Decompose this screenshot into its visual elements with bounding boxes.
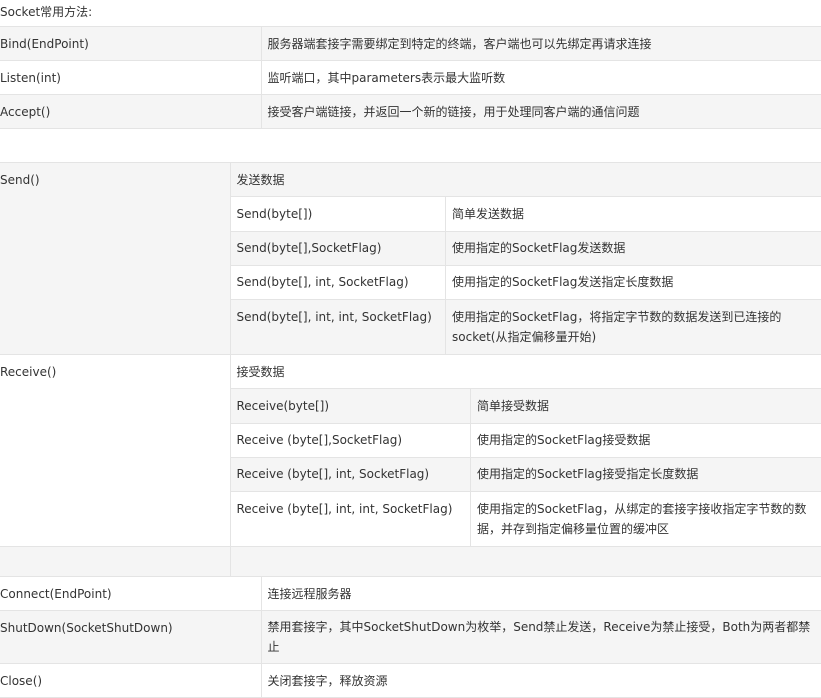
description-cell: 使用指定的SocketFlag接受数据 xyxy=(470,422,821,458)
table-row: Send(byte[]) 简单发送数据 xyxy=(230,197,821,232)
description-cell: 使用指定的SocketFlag发送指定长度数据 xyxy=(445,264,821,300)
basic-methods-table: Bind(EndPoint) 服务器端套接字需要绑定到特定的终端，客户端也可以先… xyxy=(0,26,821,129)
receive-overloads-cell: Receive(byte[]) 简单接受数据 Receive (byte[],S… xyxy=(229,388,821,547)
method-cell: Listen(int) xyxy=(0,60,262,95)
table-row: Accept() 接受客户端链接，并返回一个新的链接，用于处理同客户端的通信问题 xyxy=(0,94,821,129)
table-row: Send(byte[], int, SocketFlag) 使用指定的Socke… xyxy=(230,264,821,300)
signature-cell: Send(byte[],SocketFlag) xyxy=(230,230,446,266)
method-cell-send: Send() xyxy=(0,162,231,355)
signature-cell: Receive (byte[], int, int, SocketFlag) xyxy=(230,490,471,546)
description-cell: 使用指定的SocketFlag，将指定字节数的数据发送到已连接的socket(从… xyxy=(445,298,821,354)
summary-cell-receive: 接受数据 xyxy=(229,354,821,389)
description-cell: 使用指定的SocketFlag，从绑定的套接字接收指定字节数的数据，并存到指定偏… xyxy=(470,490,821,546)
send-overloads-table: Send(byte[]) 简单发送数据 Send(byte[],SocketFl… xyxy=(230,197,821,354)
table-row: Send(byte[], int, int, SocketFlag) 使用指定的… xyxy=(230,298,821,354)
empty-cell xyxy=(229,546,821,580)
table-row: Receive (byte[], int, SocketFlag) 使用指定的S… xyxy=(230,456,821,492)
table-row: Close() 关闭套接字，释放资源 xyxy=(0,663,821,698)
table-row: Send(byte[],SocketFlag) 使用指定的SocketFlag发… xyxy=(230,230,821,266)
table-row: Listen(int) 监听端口，其中parameters表示最大监听数 xyxy=(0,60,821,95)
signature-cell: Send(byte[], int, int, SocketFlag) xyxy=(230,298,446,354)
signature-cell: Receive (byte[],SocketFlag) xyxy=(230,422,471,458)
description-cell: 监听端口，其中parameters表示最大监听数 xyxy=(260,60,821,95)
page-title: Socket常用方法: xyxy=(0,5,93,19)
method-cell: Bind(EndPoint) xyxy=(0,26,262,61)
table-row: Send() 发送数据 xyxy=(0,162,821,355)
description-cell: 使用指定的SocketFlag发送数据 xyxy=(445,230,821,266)
signature-cell: Receive(byte[]) xyxy=(230,389,471,424)
summary-cell-send: 发送数据 xyxy=(229,162,821,197)
send-overloads-cell: Send(byte[]) 简单发送数据 Send(byte[],SocketFl… xyxy=(229,196,821,355)
method-cell: Close() xyxy=(0,663,262,698)
description-cell: 关闭套接字，释放资源 xyxy=(260,663,821,698)
page: Socket常用方法: Bind(EndPoint) 服务器端套接字需要绑定到特… xyxy=(0,0,821,698)
table-row: Connect(EndPoint) 连接远程服务器 xyxy=(0,576,821,611)
signature-cell: Receive (byte[], int, SocketFlag) xyxy=(230,456,471,492)
description-cell: 接受客户端链接，并返回一个新的链接，用于处理同客户端的通信问题 xyxy=(260,94,821,129)
signature-cell: Send(byte[]) xyxy=(230,197,446,232)
method-cell-receive: Receive() xyxy=(0,354,231,547)
table-row: Receive (byte[],SocketFlag) 使用指定的SocketF… xyxy=(230,422,821,458)
method-cell: Connect(EndPoint) xyxy=(0,576,262,611)
description-cell: 禁用套接字，其中SocketShutDown为枚举，Send禁止发送，Recei… xyxy=(260,610,821,664)
table-row: Receive(byte[]) 简单接受数据 xyxy=(230,389,821,424)
method-cell: Accept() xyxy=(0,94,262,129)
method-cell: ShutDown(SocketShutDown) xyxy=(0,610,262,664)
signature-cell: Send(byte[], int, SocketFlag) xyxy=(230,264,446,300)
description-cell: 简单接受数据 xyxy=(470,389,821,424)
description-cell: 简单发送数据 xyxy=(445,197,821,232)
other-methods-table: Connect(EndPoint) 连接远程服务器 ShutDown(Socke… xyxy=(0,576,821,698)
spacer-row xyxy=(0,546,821,580)
empty-cell xyxy=(0,546,231,580)
send-receive-table: Send() 发送数据 Send(byte[]) 简单发送数据 Send(byt… xyxy=(0,162,821,580)
table-row: Receive() 接受数据 xyxy=(0,354,821,547)
receive-overloads-table: Receive(byte[]) 简单接受数据 Receive (byte[],S… xyxy=(230,389,821,546)
description-cell: 使用指定的SocketFlag接受指定长度数据 xyxy=(470,456,821,492)
description-cell: 连接远程服务器 xyxy=(260,576,821,611)
table-row: ShutDown(SocketShutDown) 禁用套接字，其中SocketS… xyxy=(0,610,821,664)
description-cell: 服务器端套接字需要绑定到特定的终端，客户端也可以先绑定再请求连接 xyxy=(260,26,821,61)
table-row: Receive (byte[], int, int, SocketFlag) 使… xyxy=(230,490,821,546)
table-row: Bind(EndPoint) 服务器端套接字需要绑定到特定的终端，客户端也可以先… xyxy=(0,26,821,61)
